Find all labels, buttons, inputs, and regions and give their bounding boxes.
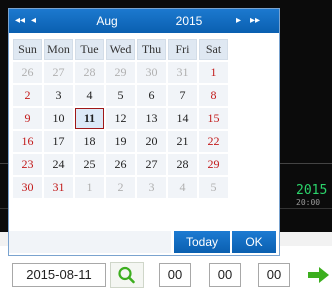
date-picker-header: ◂◂ ◂ Aug 2015 ▸ ▸▸ <box>9 9 279 33</box>
date-picker-footer <box>9 231 171 253</box>
day-cell[interactable]: 3 <box>44 85 73 106</box>
day-cell[interactable]: 5 <box>199 177 228 198</box>
magnifier-icon <box>118 266 135 284</box>
day-cell[interactable]: 23 <box>13 154 42 175</box>
year-label[interactable]: 2015 <box>169 9 209 33</box>
weekday-label: Sat <box>199 39 228 60</box>
day-cell[interactable]: 1 <box>199 62 228 83</box>
weekday-label: Mon <box>44 39 73 60</box>
day-cell[interactable]: 10 <box>44 108 73 129</box>
day-cell[interactable]: 28 <box>168 154 197 175</box>
day-cell[interactable]: 29 <box>199 154 228 175</box>
day-cell[interactable]: 27 <box>44 62 73 83</box>
week-row: 9 10 11 12 13 14 15 <box>13 108 228 129</box>
weekday-header-row: Sun Mon Tue Wed Thu Fri Sat <box>13 39 228 60</box>
selected-day-cell[interactable]: 11 <box>75 108 104 129</box>
day-cell[interactable]: 27 <box>137 154 166 175</box>
week-row: 26 27 28 29 30 31 1 <box>13 62 228 83</box>
day-cell[interactable]: 12 <box>106 108 135 129</box>
day-cell[interactable]: 30 <box>137 62 166 83</box>
weekday-label: Sun <box>13 39 42 60</box>
day-cell[interactable]: 26 <box>13 62 42 83</box>
month-label[interactable]: Aug <box>87 9 127 33</box>
week-row: 16 17 18 19 20 21 22 <box>13 131 228 152</box>
week-row: 30 31 1 2 3 4 5 <box>13 177 228 198</box>
day-cell[interactable]: 29 <box>106 62 135 83</box>
weekday-label: Fri <box>168 39 197 60</box>
day-cell[interactable]: 2 <box>13 85 42 106</box>
day-cell[interactable]: 6 <box>137 85 166 106</box>
calendar-grid: Sun Mon Tue Wed Thu Fri Sat 26 27 28 29 … <box>11 37 230 200</box>
timeline-date-label: 2015 <box>296 183 328 198</box>
day-cell[interactable]: 22 <box>199 131 228 152</box>
day-cell[interactable]: 8 <box>199 85 228 106</box>
weekday-label: Tue <box>75 39 104 60</box>
day-cell[interactable]: 3 <box>137 177 166 198</box>
arrow-right-icon <box>308 267 329 283</box>
second-field[interactable]: 00 <box>258 263 290 287</box>
day-cell[interactable]: 1 <box>75 177 104 198</box>
prev-year-button[interactable]: ◂◂ <box>15 9 25 33</box>
day-cell[interactable]: 14 <box>168 108 197 129</box>
day-cell[interactable]: 4 <box>75 85 104 106</box>
day-cell[interactable]: 7 <box>168 85 197 106</box>
day-cell[interactable]: 13 <box>137 108 166 129</box>
day-cell[interactable]: 20 <box>137 131 166 152</box>
day-cell[interactable]: 30 <box>13 177 42 198</box>
go-button[interactable] <box>306 266 332 284</box>
weekday-label: Thu <box>137 39 166 60</box>
day-cell[interactable]: 31 <box>44 177 73 198</box>
weekday-label: Wed <box>106 39 135 60</box>
day-cell[interactable]: 21 <box>168 131 197 152</box>
day-cell[interactable]: 15 <box>199 108 228 129</box>
day-cell[interactable]: 18 <box>75 131 104 152</box>
next-year-button[interactable]: ▸▸ <box>250 9 260 33</box>
today-button[interactable]: Today <box>174 231 230 253</box>
day-cell[interactable]: 17 <box>44 131 73 152</box>
day-cell[interactable]: 16 <box>13 131 42 152</box>
date-picker-popup: ◂◂ ◂ Aug 2015 ▸ ▸▸ Sun Mon Tue Wed Thu F… <box>8 8 280 256</box>
ok-button[interactable]: OK <box>232 231 276 253</box>
day-cell[interactable]: 26 <box>106 154 135 175</box>
prev-month-button[interactable]: ◂ <box>31 9 36 33</box>
timeline-time-label: 20:00 <box>296 198 321 207</box>
date-input[interactable]: 2015-08-11 <box>12 263 106 287</box>
day-cell[interactable]: 31 <box>168 62 197 83</box>
day-cell[interactable]: 25 <box>75 154 104 175</box>
day-cell[interactable]: 19 <box>106 131 135 152</box>
day-cell[interactable]: 2 <box>106 177 135 198</box>
week-row: 23 24 25 26 27 28 29 <box>13 154 228 175</box>
next-month-button[interactable]: ▸ <box>236 9 241 33</box>
minute-field[interactable]: 00 <box>209 263 241 287</box>
day-cell[interactable]: 28 <box>75 62 104 83</box>
day-cell[interactable]: 5 <box>106 85 135 106</box>
week-row: 2 3 4 5 6 7 8 <box>13 85 228 106</box>
day-cell[interactable]: 24 <box>44 154 73 175</box>
day-cell[interactable]: 4 <box>168 177 197 198</box>
search-button[interactable] <box>110 262 144 288</box>
hour-field[interactable]: 00 <box>159 263 191 287</box>
day-cell[interactable]: 9 <box>13 108 42 129</box>
